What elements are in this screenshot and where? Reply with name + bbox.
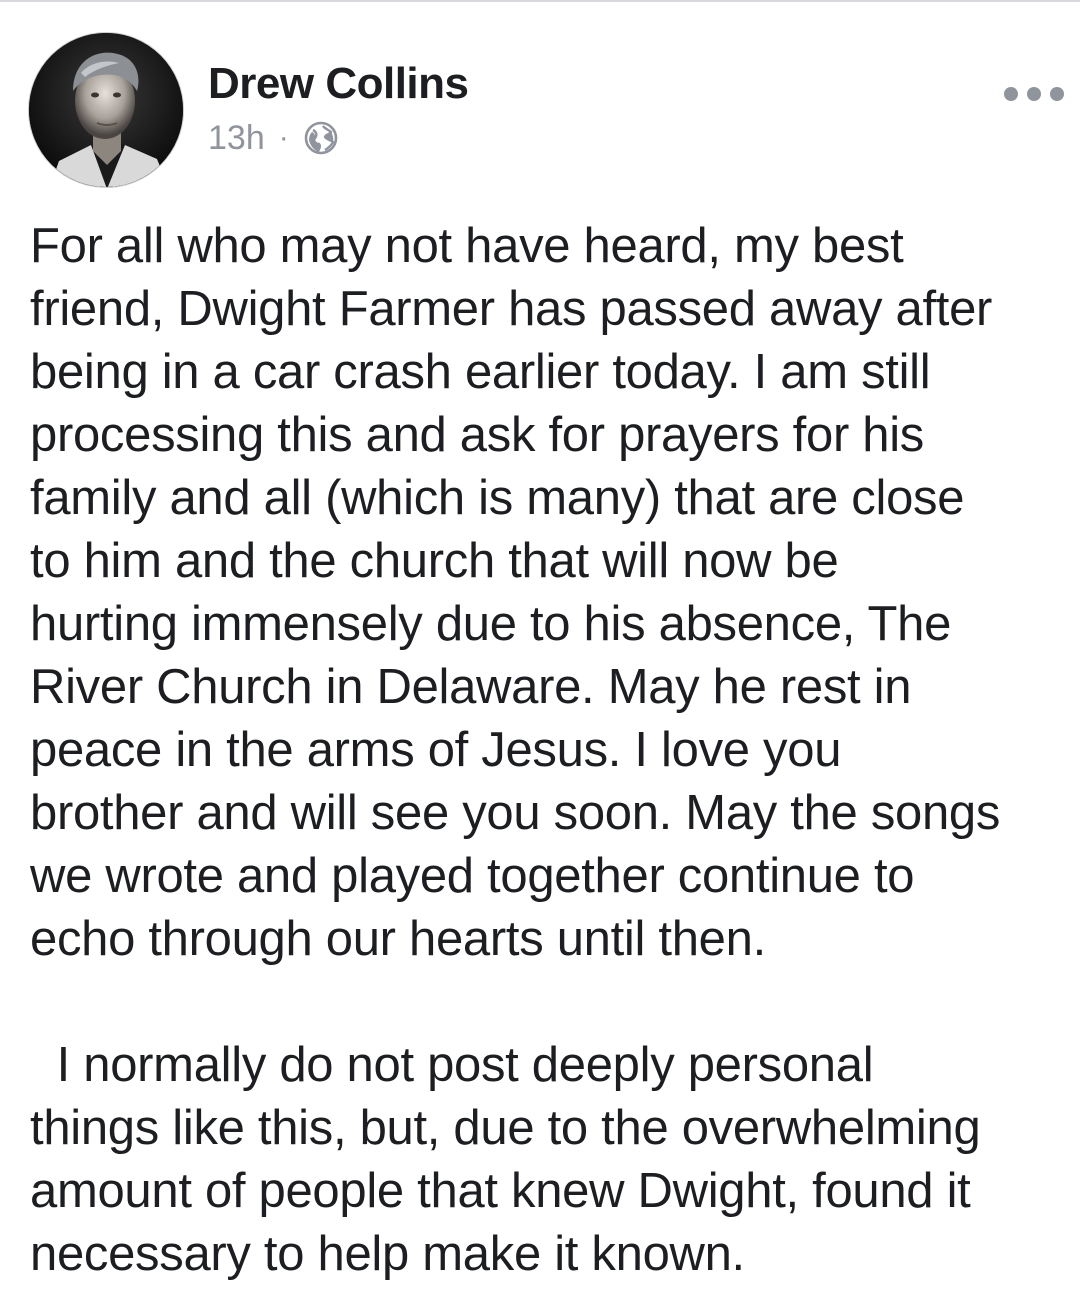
author-name[interactable]: Drew Collins <box>208 56 469 112</box>
text-line: we wrote and played together continue to <box>30 849 915 903</box>
post-paragraph: I normally do not post deeply personal t… <box>30 1034 1070 1286</box>
text-line: peace in the arms of Jesus. I love you <box>30 723 842 777</box>
post-timestamp[interactable]: 13h <box>208 119 265 158</box>
post-body: For all who may not have heard, my best … <box>30 215 1070 1286</box>
more-dot <box>1027 87 1041 101</box>
post-meta: 13h · <box>208 118 339 158</box>
text-line: hurting immensely due to his absence, Th… <box>30 597 952 651</box>
text-line: I normally do not post deeply personal <box>30 1038 874 1092</box>
more-dot <box>1004 87 1018 101</box>
text-line: amount of people that knew Dwight, found… <box>30 1164 971 1218</box>
text-line: processing this and ask for prayers for … <box>30 408 925 462</box>
post-header: Drew Collins 13h · <box>0 2 1080 202</box>
text-line: family and all (which is many) that are … <box>30 471 965 525</box>
text-line: to him and the church that will now be <box>30 534 839 588</box>
post-paragraph: For all who may not have heard, my best … <box>30 215 1070 971</box>
text-line: necessary to help make it known. <box>30 1227 745 1281</box>
facebook-post: Drew Collins 13h · For all who may not h… <box>0 0 1080 1300</box>
more-dot <box>1050 87 1064 101</box>
meta-separator: · <box>278 121 289 154</box>
text-line: For all who may not have heard, my best <box>30 219 904 273</box>
author-avatar[interactable] <box>28 32 184 188</box>
text-line: brother and will see you soon. May the s… <box>30 786 1001 840</box>
avatar-image <box>29 33 183 187</box>
more-options-icon[interactable] <box>1004 82 1064 106</box>
text-line: being in a car crash earlier today. I am… <box>30 345 931 399</box>
globe-icon <box>303 120 339 156</box>
text-line: echo through our hearts until then. <box>30 912 766 966</box>
text-line: friend, Dwight Farmer has passed away af… <box>30 282 993 336</box>
text-line: River Church in Delaware. May he rest in <box>30 660 912 714</box>
text-line: things like this, but, due to the overwh… <box>30 1101 981 1155</box>
